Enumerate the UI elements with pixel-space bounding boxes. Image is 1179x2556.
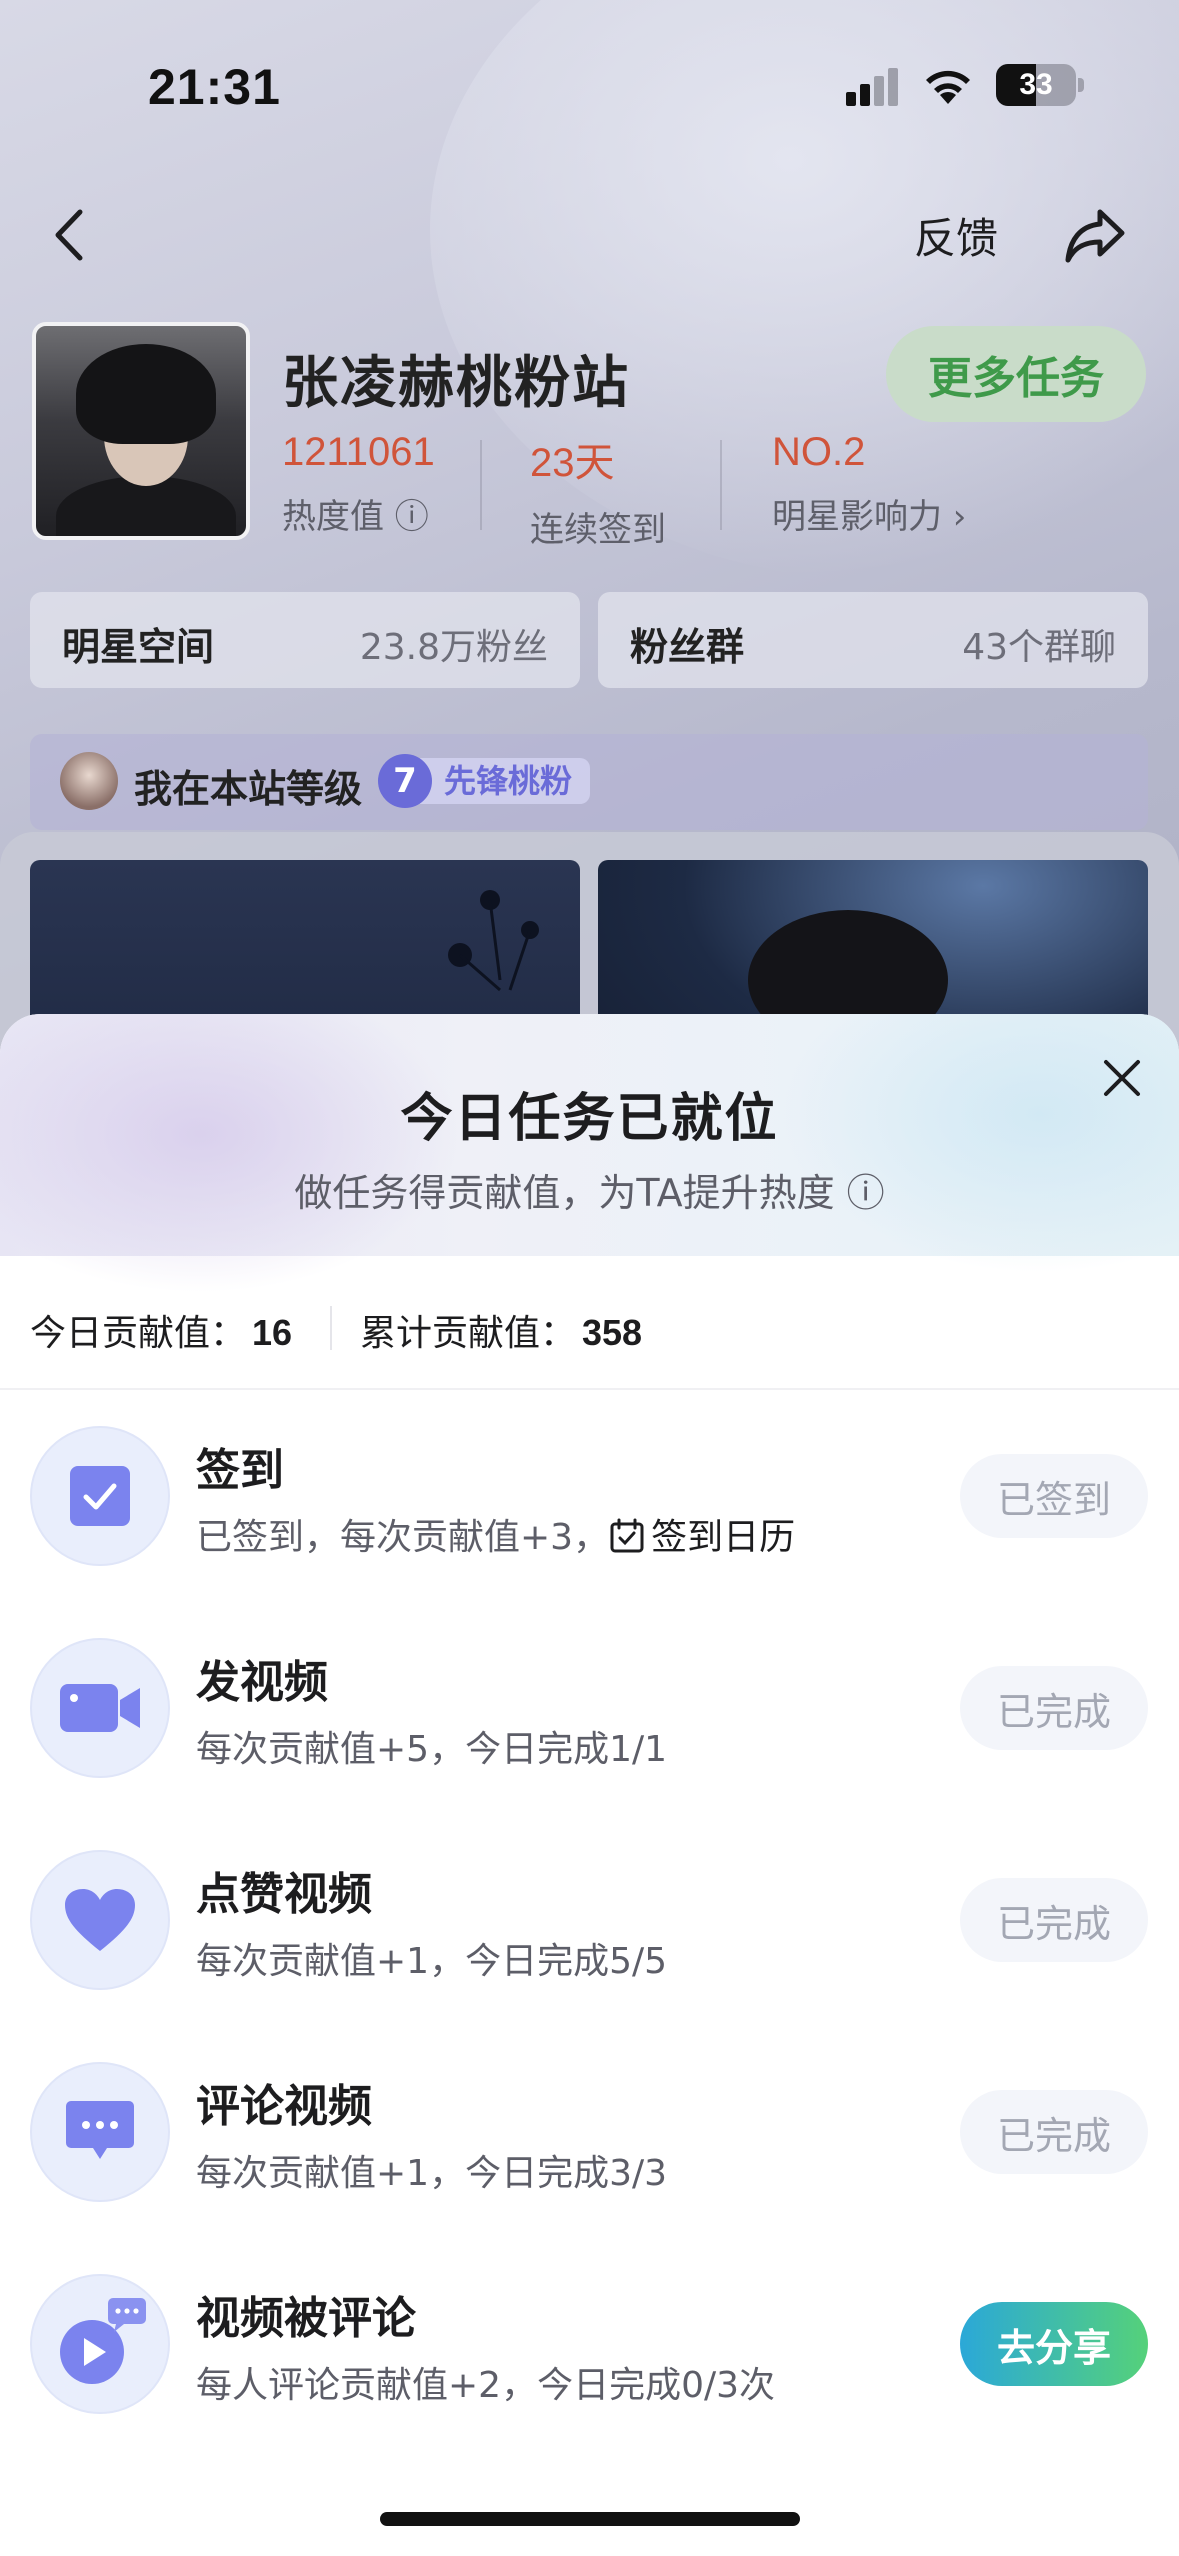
heat-value: 1211061 [282, 430, 435, 474]
today-contribution-value: 16 [252, 1312, 293, 1353]
completed-button[interactable]: 已完成 [960, 1666, 1148, 1750]
today-contribution: 今日贡献值： 16 [30, 1304, 292, 1356]
close-icon[interactable] [1098, 1054, 1146, 1102]
sheet-title: 今日任务已就位 [400, 1089, 779, 1149]
task-title: 签到 [196, 1445, 284, 1496]
task-description: 已签到，每次贡献值+3， 签到日历 [196, 1508, 795, 1560]
calendar-icon [610, 1518, 644, 1553]
level-name-badge: 先锋桃粉 [420, 758, 591, 804]
checkin-calendar-link[interactable]: 签到日历 [609, 1517, 795, 1558]
stat-divider [720, 440, 722, 530]
status-bar: 21:31 33 [0, 0, 1179, 160]
video-camera-icon [30, 1638, 170, 1778]
task-title: 发视频 [196, 1657, 328, 1708]
feedback-link[interactable]: 反馈 [914, 205, 998, 266]
task-desc-text: 已签到，每次贡献值+3， [196, 1517, 610, 1558]
star-space-fans: 23.8万粉丝 [359, 627, 548, 668]
task-title: 评论视频 [196, 2081, 372, 2132]
task-title: 点赞视频 [196, 1869, 372, 1920]
task-title: 视频被评论 [196, 2293, 416, 2344]
total-contribution-value: 358 [582, 1312, 643, 1353]
star-space-card[interactable]: 明星空间 23.8万粉丝 [30, 592, 580, 688]
today-contribution-label: 今日贡献值： [30, 1313, 247, 1354]
checkbox-icon [30, 1426, 170, 1566]
battery-icon: 33 [996, 64, 1076, 106]
cellular-signal-icon [846, 66, 902, 106]
home-indicator[interactable] [380, 2512, 800, 2526]
fan-group-title: 粉丝群 [630, 625, 745, 669]
task-checkin: 签到 已签到，每次贡献值+3， 签到日历 已签到 [0, 1426, 1179, 1606]
completed-button[interactable]: 已完成 [960, 2090, 1148, 2174]
play-comment-icon [30, 2274, 170, 2414]
star-space-title: 明星空间 [62, 625, 215, 669]
checked-in-button[interactable]: 已签到 [960, 1454, 1148, 1538]
stat-divider [480, 440, 482, 530]
station-name: 张凌赫桃粉站 [282, 351, 630, 416]
more-tasks-button[interactable]: 更多任务 [886, 326, 1146, 422]
user-avatar [60, 752, 118, 810]
task-description: 每次贡献值+5，今日完成1/1 [196, 1729, 668, 1770]
checkin-stat: 23天 连续签到 [530, 430, 666, 551]
checkin-label: 连续签到 [530, 510, 666, 550]
level-label: 我在本站等级 [134, 767, 363, 811]
influence-label[interactable]: 明星影响力 › [772, 489, 966, 538]
sheet-header: 今日任务已就位 做任务得贡献值，为TA提升热度 ⓘ [0, 1014, 1179, 1294]
task-like-video: 点赞视频 每次贡献值+1，今日完成5/5 已完成 [0, 1850, 1179, 2030]
wifi-icon [926, 70, 970, 104]
level-number-badge: 7 [378, 754, 432, 808]
station-level-bar[interactable]: 我在本站等级 先锋桃粉 7 [30, 734, 1148, 830]
share-icon[interactable] [1060, 200, 1130, 270]
battery-tip [1078, 78, 1084, 92]
task-description: 每次贡献值+1，今日完成3/3 [196, 2153, 668, 2194]
battery-level: 33 [1019, 68, 1053, 101]
total-contribution: 累计贡献值： 358 [360, 1304, 642, 1356]
task-post-video: 发视频 每次贡献值+5，今日完成1/1 已完成 [0, 1638, 1179, 1818]
status-time: 21:31 [148, 59, 281, 115]
completed-button[interactable]: 已完成 [960, 1878, 1148, 1962]
sheet-subtitle[interactable]: 做任务得贡献值，为TA提升热度 ⓘ [0, 1162, 1179, 1217]
tally-divider [330, 1306, 332, 1350]
task-comment-video: 评论视频 每次贡献值+1，今日完成3/3 已完成 [0, 2062, 1179, 2242]
task-video-commented: 视频被评论 每人评论贡献值+2，今日完成0/3次 去分享 [0, 2274, 1179, 2454]
task-sheet: 今日任务已就位 做任务得贡献值，为TA提升热度 ⓘ 今日贡献值： 16 累计贡献值… [0, 1014, 1179, 2556]
fan-group-count: 43个群聊 [962, 627, 1116, 668]
back-arrow-icon[interactable] [44, 200, 94, 270]
influence-value: NO.2 [772, 430, 866, 474]
heat-stat: 1211061 热度值 ⓘ [282, 430, 435, 538]
star-avatar[interactable] [32, 322, 250, 540]
influence-stat[interactable]: NO.2 明星影响力 › [772, 430, 966, 538]
heat-label[interactable]: 热度值 ⓘ [282, 489, 435, 538]
task-description: 每次贡献值+1，今日完成5/5 [196, 1941, 668, 1982]
fan-group-card[interactable]: 粉丝群 43个群聊 [598, 592, 1148, 688]
divider [0, 1388, 1179, 1390]
checkin-value: 23天 [530, 441, 615, 485]
go-share-button[interactable]: 去分享 [960, 2302, 1148, 2386]
checkin-calendar-label: 签到日历 [651, 1517, 796, 1558]
heart-icon [30, 1850, 170, 1990]
total-contribution-label: 累计贡献值： [360, 1313, 577, 1354]
task-description: 每人评论贡献值+2，今日完成0/3次 [196, 2365, 776, 2406]
comment-icon [30, 2062, 170, 2202]
